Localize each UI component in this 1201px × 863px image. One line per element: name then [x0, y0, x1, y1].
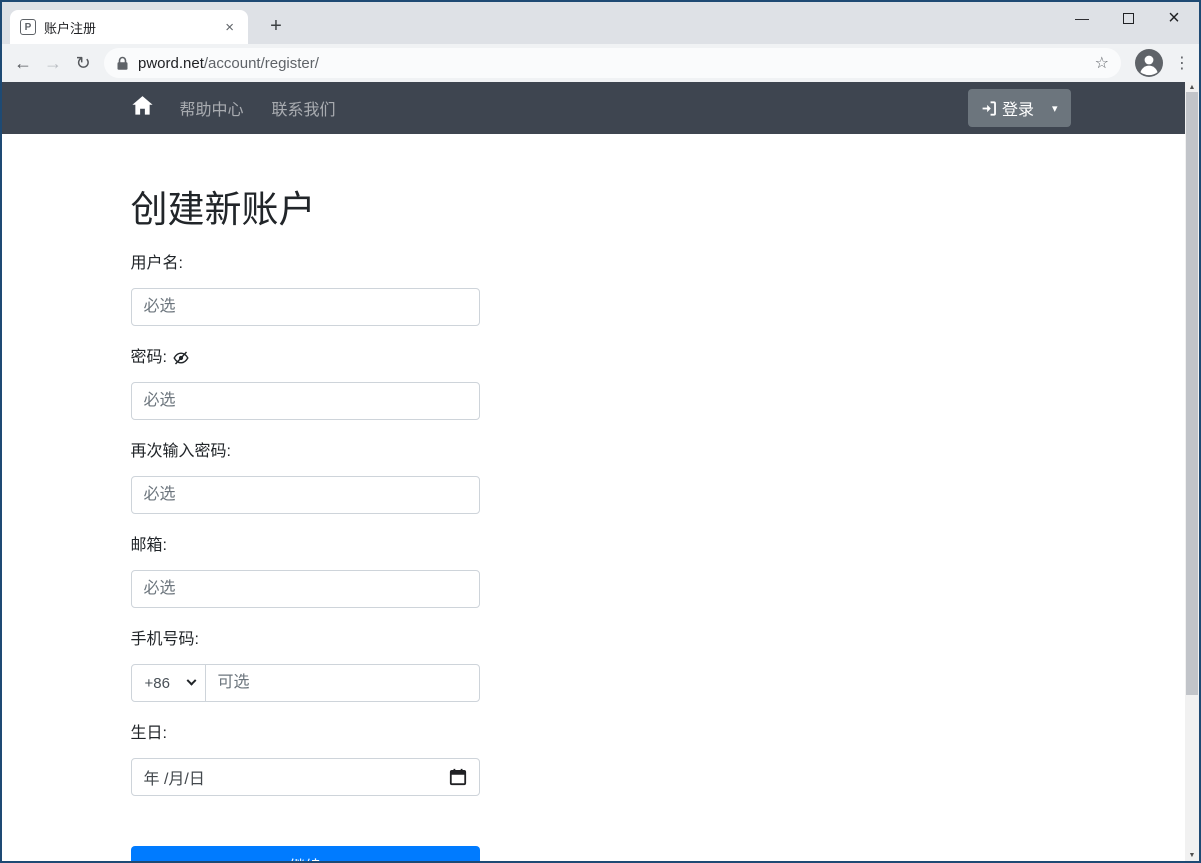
- forward-icon: →: [38, 48, 68, 78]
- browser-menu-icon[interactable]: ⋮: [1171, 53, 1193, 73]
- back-icon[interactable]: ←: [8, 48, 38, 78]
- country-code-select[interactable]: +86: [131, 664, 206, 702]
- url-path: /account/register/: [204, 55, 319, 72]
- continue-button[interactable]: 继续: [131, 846, 480, 863]
- login-caret-icon[interactable]: ▾: [1052, 102, 1058, 115]
- password-label-text: 密码:: [131, 346, 167, 370]
- url-domain: pword.net: [138, 55, 204, 72]
- phone-label: 手机号码:: [131, 628, 1071, 652]
- address-bar[interactable]: pword.net/account/register/ ☆: [104, 48, 1121, 78]
- phone-group: 手机号码: +86: [131, 628, 1071, 702]
- minimize-button[interactable]: —: [1059, 2, 1105, 34]
- password-group: 密码:: [131, 346, 1071, 420]
- page-content: 帮助中心 联系我们 登录 ▾ 创建新账户 用户名: 密码:: [2, 82, 1199, 809]
- country-code-value: +86: [145, 675, 170, 692]
- browser-window: P 账户注册 × + — × ← → ↻ pword.net/account/r…: [0, 0, 1201, 863]
- bookmark-star-icon[interactable]: ☆: [1095, 53, 1109, 73]
- profile-avatar[interactable]: [1135, 49, 1163, 77]
- email-input[interactable]: [131, 570, 480, 608]
- browser-tab[interactable]: P 账户注册 ×: [10, 10, 248, 44]
- maximize-button[interactable]: [1105, 2, 1151, 34]
- username-group: 用户名:: [131, 252, 1071, 326]
- register-form-section: 创建新账户 用户名: 密码: 再次输入密码: 邮箱:: [131, 188, 1071, 863]
- scrollbar-thumb[interactable]: [1186, 92, 1198, 695]
- phone-input[interactable]: [205, 664, 480, 702]
- login-button[interactable]: 登录 ▾: [968, 89, 1071, 127]
- tab-title: 账户注册: [44, 18, 221, 37]
- calendar-icon[interactable]: [449, 768, 467, 786]
- username-label: 用户名:: [131, 252, 1071, 276]
- scroll-up-icon[interactable]: ▲: [1185, 82, 1199, 92]
- browser-toolbar: ← → ↻ pword.net/account/register/ ☆ ⋮: [2, 44, 1199, 82]
- username-input[interactable]: [131, 288, 480, 326]
- birthday-date-input[interactable]: 年 /月/日: [131, 758, 480, 796]
- site-navbar: 帮助中心 联系我们 登录 ▾: [2, 82, 1199, 134]
- sign-in-icon: [981, 100, 998, 117]
- birthday-label: 生日:: [131, 722, 1071, 746]
- birthday-group: 生日: 年 /月/日: [131, 722, 1071, 796]
- lock-icon[interactable]: [116, 56, 129, 71]
- title-bar: P 账户注册 × + — ×: [2, 2, 1199, 44]
- maximize-icon: [1123, 13, 1134, 24]
- home-icon: [131, 95, 154, 121]
- nav-link-help-center[interactable]: 帮助中心: [180, 96, 244, 120]
- tab-close-icon[interactable]: ×: [221, 19, 238, 36]
- date-placeholder: 年 /月/日: [144, 765, 205, 789]
- email-group: 邮箱:: [131, 534, 1071, 608]
- scroll-down-icon[interactable]: ▼: [1185, 850, 1199, 860]
- chevron-down-icon: [186, 676, 196, 686]
- new-tab-button[interactable]: +: [262, 12, 290, 40]
- scrollbar[interactable]: ▲ ▼: [1185, 82, 1199, 861]
- page-title: 创建新账户: [131, 188, 1071, 232]
- home-button[interactable]: [131, 95, 154, 121]
- close-button[interactable]: ×: [1151, 2, 1197, 34]
- nav-link-contact-us[interactable]: 联系我们: [272, 96, 336, 120]
- password-input[interactable]: [131, 382, 480, 420]
- password-confirm-input[interactable]: [131, 476, 480, 514]
- password-label: 密码:: [131, 346, 1071, 370]
- reload-icon[interactable]: ↻: [68, 48, 98, 78]
- window-controls: — ×: [1059, 2, 1197, 34]
- login-label: 登录: [1002, 96, 1034, 120]
- password-confirm-label: 再次输入密码:: [131, 440, 1071, 464]
- url-text: pword.net/account/register/: [138, 55, 319, 72]
- eye-slash-icon[interactable]: [173, 350, 189, 366]
- password-confirm-group: 再次输入密码:: [131, 440, 1071, 514]
- site-favicon-icon: P: [20, 19, 36, 35]
- email-label: 邮箱:: [131, 534, 1071, 558]
